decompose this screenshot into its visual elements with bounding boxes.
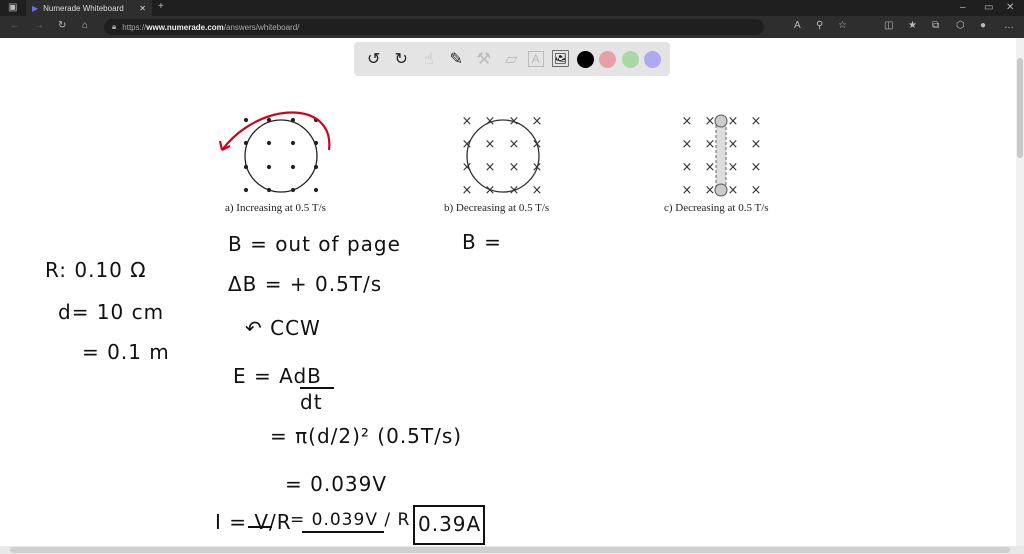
svg-text:×: × [509, 137, 520, 152]
svg-text:×: × [485, 137, 496, 152]
svg-text:×: × [705, 114, 716, 129]
svg-text:×: × [485, 114, 496, 129]
physics-figure: × × × × × × × × × × × × × × × × × × × × × × × × × × × × × × × × [218, 111, 762, 545]
svg-text:×: × [728, 137, 739, 152]
note-resistance: R: 0.10 Ω [45, 258, 147, 282]
note-emf-formula: E = AdB [233, 364, 322, 388]
svg-text:×: × [509, 160, 520, 175]
svg-text:×: × [751, 114, 762, 129]
svg-text:×: × [462, 137, 473, 152]
note-b-direction: B = out of page [228, 232, 401, 256]
svg-text:×: × [705, 183, 716, 198]
svg-text:×: × [532, 114, 543, 129]
horizontal-scrollbar[interactable] [0, 546, 1024, 554]
svg-text:×: × [509, 183, 520, 198]
figure-c: × × × × × × × × × × × × × × × × [682, 114, 762, 198]
svg-text:×: × [682, 137, 693, 152]
note-emf-dt: dt [300, 390, 323, 414]
svg-text:×: × [728, 160, 739, 175]
svg-text:×: × [682, 160, 693, 175]
svg-text:×: × [532, 137, 543, 152]
note-diameter: d= 10 cm [58, 300, 165, 324]
note-emf-result: = 0.039V [285, 472, 388, 496]
vertical-scrollbar[interactable] [1016, 38, 1024, 546]
svg-text:×: × [705, 160, 716, 175]
svg-text:×: × [751, 183, 762, 198]
caption-b: b) Decreasing at 0.5 T/s [444, 202, 550, 214]
svg-text:×: × [532, 160, 543, 175]
svg-text:×: × [728, 114, 739, 129]
note-current-formula: I = V/R [215, 510, 292, 534]
svg-text:×: × [751, 137, 762, 152]
caption-c: c) Decreasing at 0.5 T/s [664, 202, 769, 214]
note-ccw: ↶ CCW [245, 316, 321, 340]
svg-text:×: × [705, 137, 716, 152]
svg-text:×: × [485, 183, 496, 198]
svg-text:×: × [485, 160, 496, 175]
note-delta-b: ΔB = + 0.5T/s [228, 272, 383, 296]
note-diameter-m: = 0.1 m [82, 340, 170, 364]
svg-text:×: × [532, 183, 543, 198]
note-current-answer: 0.39A [418, 512, 482, 536]
svg-text:×: × [462, 183, 473, 198]
ccw-arrow-annotation [218, 111, 331, 151]
figure-a [243, 117, 319, 193]
svg-text:×: × [509, 114, 520, 129]
svg-text:×: × [682, 114, 693, 129]
svg-text:×: × [462, 160, 473, 175]
figure-b: × × × × × × × × × × × × × × × × [462, 114, 543, 198]
svg-text:×: × [728, 183, 739, 198]
caption-a: a) Increasing at 0.5 T/s [225, 202, 326, 214]
note-emf-sub: = π(d/2)² (0.5T/s) [270, 424, 463, 448]
svg-text:×: × [682, 183, 693, 198]
svg-text:×: × [462, 114, 473, 129]
note-current-sub: = 0.039V / R [290, 510, 411, 530]
svg-text:×: × [751, 160, 762, 175]
note-b-partial: B = [462, 230, 502, 254]
